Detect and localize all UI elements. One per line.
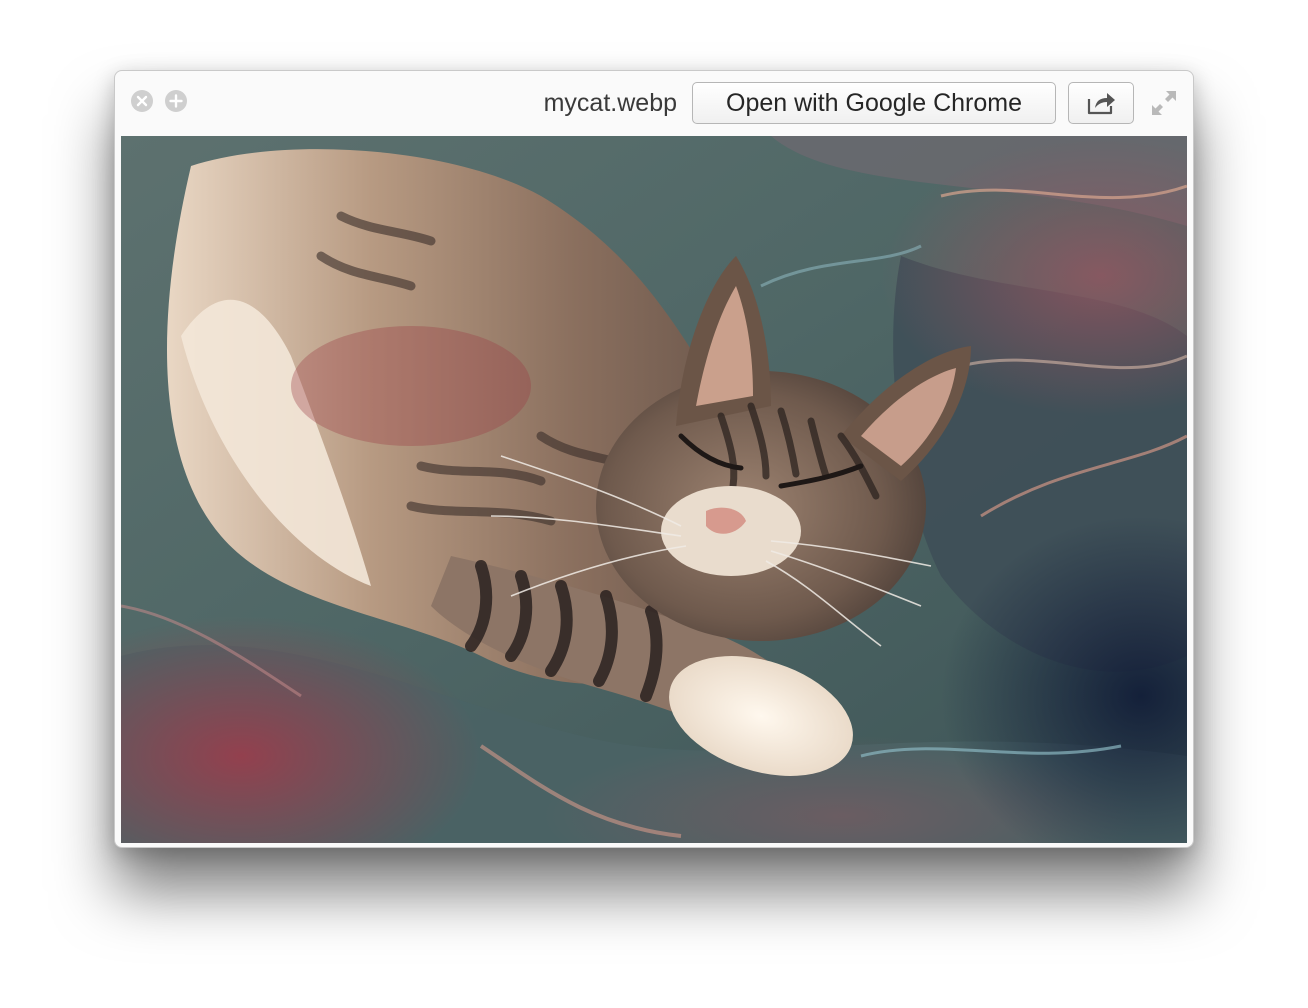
open-with-label: Open with Google Chrome <box>726 88 1022 117</box>
fullscreen-icon <box>1152 91 1176 115</box>
add-circle-icon <box>169 94 183 108</box>
share-button[interactable] <box>1068 82 1134 124</box>
desktop: mycat.webp Open with Google Chrome <box>0 0 1308 1008</box>
open-with-button[interactable]: Open with Google Chrome <box>692 82 1056 124</box>
fullscreen-button[interactable] <box>1148 87 1180 119</box>
share-icon <box>1087 93 1115 115</box>
close-circle-icon <box>136 95 148 107</box>
image-preview <box>121 136 1187 843</box>
quicklook-window: mycat.webp Open with Google Chrome <box>114 70 1194 848</box>
cat-photo <box>121 136 1187 843</box>
file-name: mycat.webp <box>543 89 677 117</box>
add-button[interactable] <box>165 90 187 112</box>
title-bar: mycat.webp Open with Google Chrome <box>115 71 1193 135</box>
close-button[interactable] <box>131 90 153 112</box>
